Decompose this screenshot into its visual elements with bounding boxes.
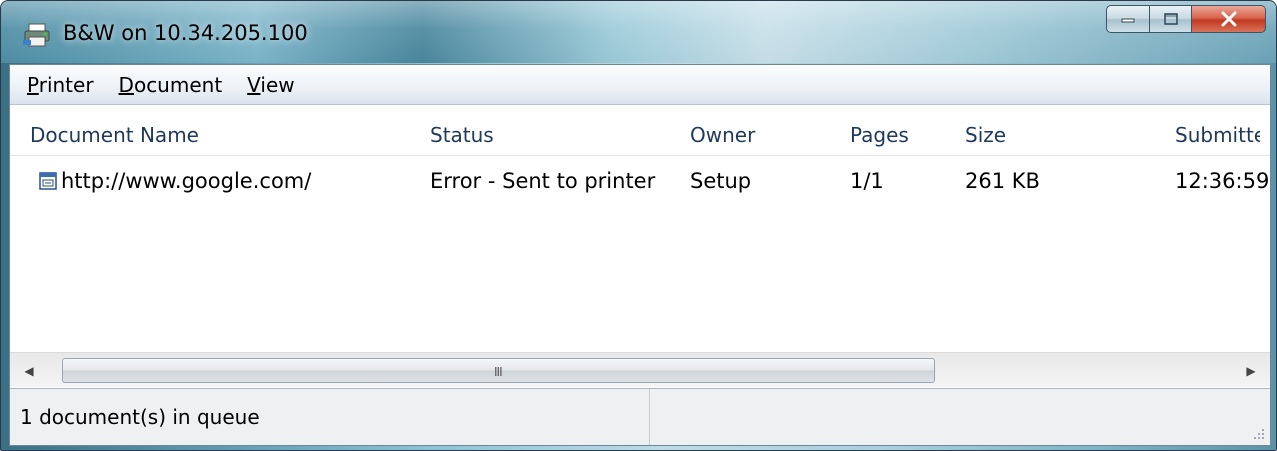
column-header-owner[interactable]: Owner <box>690 115 840 155</box>
menu-view-label: iew <box>260 72 295 97</box>
column-header-submitted[interactable]: Submitte <box>1175 115 1260 155</box>
cell-owner: Setup <box>690 169 752 193</box>
menu-view[interactable]: View <box>247 73 294 97</box>
queue-count-text: 1 document(s) in queue <box>20 405 260 429</box>
menu-view-accesskey: V <box>247 72 261 97</box>
menu-printer-accesskey: P <box>27 72 39 97</box>
cell-status: Error - Sent to printer <box>430 169 656 193</box>
column-header-document-name[interactable]: Document Name <box>30 115 430 155</box>
close-button[interactable] <box>1192 5 1266 33</box>
column-header-status[interactable]: Status <box>430 115 680 155</box>
print-queue-list[interactable]: Document Name Status Owner Pages Size Su… <box>10 107 1270 349</box>
printer-icon <box>23 23 50 47</box>
column-header-size[interactable]: Size <box>965 115 1165 155</box>
scrollbar-thumb[interactable]: III <box>62 358 935 383</box>
title-bar[interactable]: B&W on 10.34.205.100 <box>1 1 1276 63</box>
menu-bar: Printer Document View <box>10 65 1270 105</box>
window-controls <box>1106 5 1266 35</box>
window-title: B&W on 10.34.205.100 <box>63 21 308 45</box>
column-header-row: Document Name Status Owner Pages Size Su… <box>10 115 1270 155</box>
resize-grip-icon[interactable] <box>1252 427 1266 441</box>
print-job-icon <box>39 172 57 190</box>
window-client-area: Printer Document View Document Name Stat… <box>9 64 1271 446</box>
menu-document-accesskey: D <box>118 72 134 97</box>
menu-printer-label: rinter <box>38 72 94 97</box>
maximize-icon <box>1163 13 1178 25</box>
maximize-button[interactable] <box>1150 5 1192 33</box>
cell-document-name: http://www.google.com/ <box>61 169 312 193</box>
scrollbar-grip-icon: III <box>494 365 503 379</box>
minimize-button[interactable] <box>1106 5 1150 33</box>
minimize-icon <box>1121 18 1135 23</box>
status-bar: 1 document(s) in queue <box>10 388 1270 445</box>
column-header-pages[interactable]: Pages <box>850 115 960 155</box>
menu-document[interactable]: Document <box>119 73 223 97</box>
header-divider <box>10 155 1270 156</box>
menu-printer[interactable]: Printer <box>27 73 94 97</box>
scroll-right-icon[interactable]: ▶ <box>1232 353 1270 388</box>
horizontal-scrollbar[interactable]: ◀ III ▶ <box>10 352 1270 387</box>
table-row[interactable]: http://www.google.com/ Error - Sent to p… <box>10 162 1270 200</box>
menu-document-label: ocument <box>133 72 223 97</box>
cell-pages: 1/1 <box>850 169 884 193</box>
status-pane-queue: 1 document(s) in queue <box>10 389 650 445</box>
cell-size: 261 KB <box>965 169 1040 193</box>
print-queue-window: B&W on 10.34.205.100 Printer Document Vi… <box>0 0 1277 451</box>
scroll-left-icon[interactable]: ◀ <box>10 353 48 388</box>
close-icon <box>1221 11 1236 27</box>
cell-submitted: 12:36:59 <box>1175 169 1270 193</box>
